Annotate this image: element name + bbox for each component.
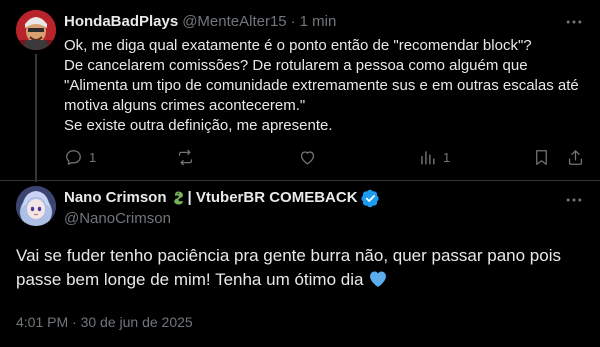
share-icon — [568, 149, 583, 165]
reply-text-line: motiva alguns crimes acontecerem." — [64, 97, 306, 114]
more-options-icon[interactable] — [564, 190, 584, 210]
action-bar: 1 1 — [58, 146, 588, 168]
reply-text: Ok, me diga qual exatamente é o ponto en… — [64, 36, 584, 136]
bookmark-button[interactable] — [532, 146, 551, 168]
repost-button[interactable] — [176, 146, 201, 168]
heart-icon — [300, 150, 315, 164]
reply-text-line: Se existe outra definição, me apresente. — [64, 117, 333, 134]
repost-icon — [178, 149, 193, 165]
main-display-name-suffix: | VtuberBR COMEBACK — [187, 189, 358, 206]
main-text-line: passe bem longe de mim! Tenha um ótimo d… — [16, 268, 586, 292]
reply-count: 1 — [89, 149, 97, 165]
reply-button[interactable]: 1 — [64, 146, 96, 168]
bookmark-icon — [536, 149, 547, 165]
analytics-icon — [421, 150, 435, 165]
reply-handle[interactable]: @MenteAlter15 — [182, 12, 286, 32]
more-options-icon[interactable] — [564, 12, 584, 32]
main-display-name-text: Nano Crimson — [64, 189, 167, 206]
thread-connector-line — [35, 54, 37, 182]
blue-heart-emoji-icon — [370, 271, 387, 287]
tweet-thread: HondaBadPlays @MenteAlter15 · 1 min Ok, … — [0, 0, 600, 347]
main-text-line: Vai se fuder tenho paciência pra gente b… — [16, 246, 561, 265]
reply-time[interactable]: 1 min — [300, 12, 337, 32]
avatar-icon — [16, 186, 56, 226]
reply-display-name[interactable]: HondaBadPlays — [64, 12, 178, 32]
main-display-name[interactable]: Nano Crimson | VtuberBR COMEBACK — [64, 188, 380, 208]
tweet-timestamp[interactable]: 4:01 PM · 30 de jun de 2025 — [16, 312, 193, 332]
avatar-icon — [16, 10, 56, 50]
verified-badge-icon[interactable] — [360, 189, 380, 208]
share-button[interactable] — [566, 146, 585, 168]
views-button[interactable]: 1 — [418, 146, 450, 168]
reply-text-line: "Alimenta um tipo de comunidade extremam… — [64, 77, 579, 94]
snake-emoji-icon — [173, 191, 183, 205]
avatar[interactable] — [16, 10, 56, 50]
reply-text-line: De cancelarem comissões? De rotularem a … — [64, 57, 528, 74]
main-avatar[interactable] — [16, 186, 56, 226]
views-count: 1 — [443, 149, 451, 165]
main-tweet-text: Vai se fuder tenho paciência pra gente b… — [16, 244, 586, 292]
separator-dot: · — [290, 13, 296, 30]
reply-tweet[interactable]: HondaBadPlays @MenteAlter15 · 1 min Ok, … — [0, 0, 600, 182]
like-button[interactable] — [298, 146, 323, 168]
reply-text-line: Ok, me diga qual exatamente é o ponto en… — [64, 37, 532, 54]
comment-icon — [66, 149, 81, 165]
divider — [0, 180, 600, 181]
main-handle[interactable]: @NanoCrimson — [64, 209, 171, 229]
main-text-line-content: passe bem longe de mim! Tenha um ótimo d… — [16, 270, 364, 289]
reply-header: HondaBadPlays @MenteAlter15 · 1 min — [64, 12, 336, 32]
